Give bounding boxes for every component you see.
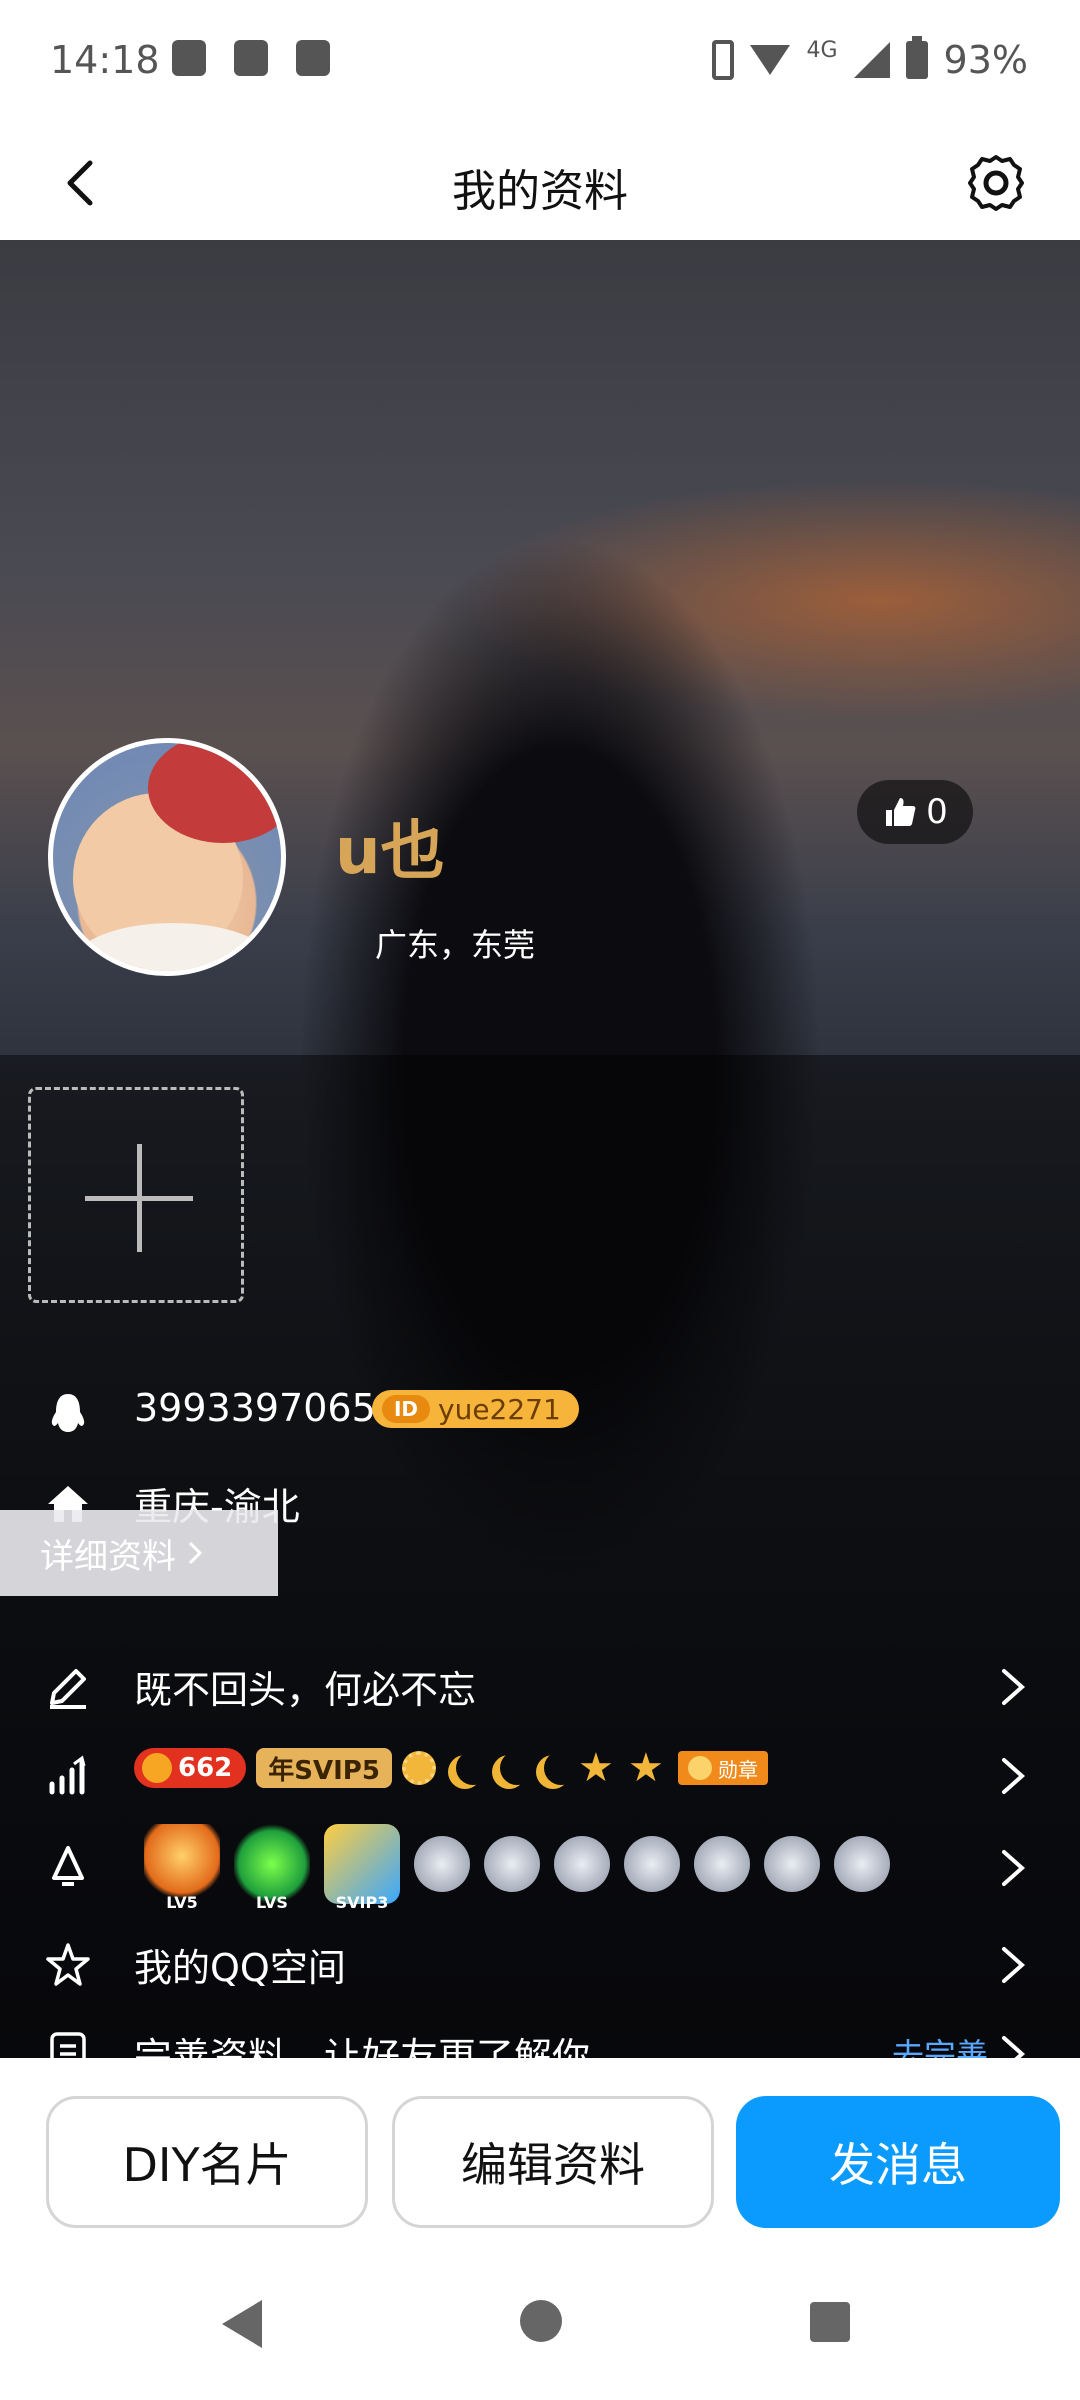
qzone-row[interactable]: 我的QQ空间 [0,1923,1080,2003]
sun-level-icon [401,1751,436,1785]
qq-number: 3993397065 [134,1386,376,1430]
bomb-icon [554,1836,610,1892]
crowned-penguin-icon [834,1836,890,1892]
level-badge: 662 [134,1748,247,1788]
vibrate-icon [712,40,735,80]
action-bar: DIY名片 编辑资料 发消息 [0,2058,1080,2248]
medal-badge: 勋章 [677,1751,768,1785]
qq-id-badge[interactable]: ID yue2271 [372,1390,579,1428]
star-level-icon: ★ [627,1745,664,1791]
alert-notification-icon [172,40,206,76]
qzone-label: 我的QQ空间 [134,1946,346,1990]
coin-icon [142,1753,172,1783]
page-title: 我的资料 [452,166,628,217]
qq-id: yue2271 [438,1392,561,1426]
moon-level-icon [544,1751,578,1785]
battery-percent: 93% [943,38,1028,82]
signature: 既不回头，何必不忘 [134,1668,477,1712]
edit-profile-button[interactable]: 编辑资料 [392,2096,714,2228]
avatar[interactable] [48,738,286,976]
status-time: 14:18 [50,38,160,82]
chevron-right-icon [1002,1669,1026,1705]
wifi-icon [750,45,791,75]
detail-info-button[interactable]: 详细资料 [0,1510,278,1596]
complete-profile-link[interactable]: 去完善 [892,2030,988,2058]
header: 我的资料 [0,125,1080,240]
lightning-lvs-icon: LVS [234,1824,310,1912]
mountain-gray-icon [694,1836,750,1892]
nav-recents-icon[interactable] [810,2302,850,2342]
heart-gray-icon [624,1836,680,1892]
id-icon: ID [382,1395,430,1423]
bell-tree-icon [52,1846,84,1886]
plus-icon [85,1144,193,1252]
thumbs-up-icon [886,798,916,826]
service-icons-row[interactable]: LV5 LVS SVIP3 [0,1812,1080,1922]
gear-icon[interactable] [964,151,1028,215]
signature-row[interactable]: 既不回头，何必不忘 [0,1645,1080,1725]
send-message-button[interactable]: 发消息 [736,2096,1060,2228]
medal-icon [687,1756,712,1780]
moon-level-icon [456,1751,490,1785]
chevron-right-icon [1002,2036,1026,2058]
location: 广东，东莞 [375,926,536,964]
fire-lv5-icon: LV5 [144,1824,220,1912]
diy-card-button[interactable]: DIY名片 [46,2096,368,2228]
pencil-icon [50,1669,86,1709]
video-svip3-icon: SVIP3 [324,1824,400,1912]
network-type: 4G [806,37,838,63]
chevron-right-icon [1002,1758,1026,1794]
star-level-icon: ★ [577,1745,614,1791]
system-nav-bar [0,2248,1080,2400]
rank-chart-icon [49,1755,86,1795]
like-count: 0 [926,792,948,832]
chevron-right-icon [1002,1947,1026,1983]
phone-sync-notification-icon [234,40,268,76]
add-photo-button[interactable] [28,1087,244,1303]
chevron-right-icon [1002,1850,1026,1886]
svip-badge: 年SVIP5 [256,1748,392,1788]
vip-badges-row[interactable]: 662 年SVIP5 ★ ★ 勋章 [0,1734,1080,1814]
mountain-gray-icon [764,1836,820,1892]
like-button[interactable]: 0 [857,780,973,844]
mail-notification-icon [296,40,330,76]
complete-profile-row[interactable]: 完善资料，让好友更了解你 去完善 [0,2012,1080,2058]
qq-number-row: 3993397065 ID yue2271 [0,1372,1080,1452]
document-icon [50,2032,86,2058]
chevron-right-icon [188,1541,203,1565]
detail-info-label: 详细资料 [40,1536,176,1577]
nav-back-icon[interactable] [222,2300,262,2348]
profile-cover: u也 广东，东莞 0 3993397065 ID yue2271 重庆-渝北 详… [0,240,1080,2058]
nav-home-icon[interactable] [520,2300,562,2342]
complete-profile-label: 完善资料，让好友更了解你 [134,2035,591,2058]
battery-icon [905,36,928,79]
signal-icon [853,42,890,78]
diamond-gray-icon [484,1836,540,1892]
star-outline-icon [46,1943,90,1986]
penguin-icon [51,1394,85,1432]
moon-level-icon [500,1751,534,1785]
username: u也 [335,815,445,889]
status-bar: 14:18 4G 93% [0,0,1080,125]
crown-gray-icon [414,1836,470,1892]
